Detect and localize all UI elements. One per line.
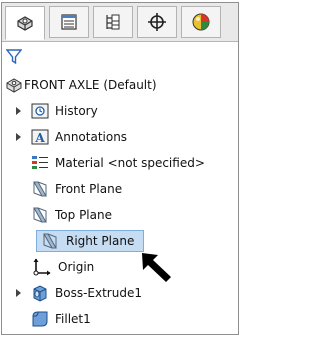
expand-chevron-icon[interactable]: [16, 289, 21, 297]
assembly-feature-icon: [17, 16, 33, 31]
filter-icon[interactable]: [6, 48, 22, 66]
tree-item-label: Annotations: [55, 130, 128, 144]
filter-bar: [2, 42, 238, 70]
extrude-icon: [33, 285, 47, 302]
tab-display[interactable]: [181, 6, 221, 38]
material-icon: [32, 156, 48, 169]
tree-root-label: FRONT AXLE (Default): [24, 78, 157, 92]
tree-item-annotations[interactable]: A Annotations: [2, 125, 238, 149]
plane-icon: [33, 207, 47, 223]
origin-icon: [33, 258, 51, 276]
tree-item-label: Origin: [58, 260, 95, 274]
crosshair-icon: [148, 13, 166, 31]
tab-propertymanager[interactable]: [49, 6, 89, 38]
tree-item-label: Boss-Extrude1: [55, 286, 142, 300]
configuration-icon: [106, 14, 120, 30]
property-list-icon: [61, 14, 77, 30]
tree-item-fillet1[interactable]: Fillet1: [2, 307, 238, 331]
tree-item-top-plane[interactable]: Top Plane: [2, 203, 238, 227]
expand-chevron-icon[interactable]: [16, 133, 21, 141]
tree-item-label: Right Plane: [66, 234, 135, 248]
manager-tabbar: [2, 3, 238, 42]
tree-item-front-plane[interactable]: Front Plane: [2, 177, 238, 201]
svg-text:A: A: [34, 131, 45, 145]
history-icon: [31, 103, 49, 119]
appearance-ball-icon: [192, 13, 210, 31]
tree-item-label: Fillet1: [55, 312, 91, 326]
fillet-icon: [32, 311, 48, 327]
tree-item-history[interactable]: History: [2, 99, 238, 123]
tab-featuremanager[interactable]: [5, 6, 45, 40]
featuremanager-panel: FRONT AXLE (Default) History A Annotatio…: [1, 2, 239, 335]
tree-item-material[interactable]: Material <not specified>: [2, 151, 238, 175]
expand-chevron-icon[interactable]: [16, 107, 21, 115]
tree-item-label: Material <not specified>: [55, 156, 205, 170]
part-icon: [6, 78, 22, 93]
plane-icon: [33, 181, 47, 197]
plane-icon: [43, 233, 57, 249]
tree-item-label: Top Plane: [55, 208, 112, 222]
tab-dimxpert[interactable]: [137, 6, 177, 38]
tree-item-label: Front Plane: [55, 182, 123, 196]
tree-item-origin[interactable]: Origin: [2, 255, 238, 279]
annotations-icon: A: [31, 129, 49, 145]
tree-item-right-plane[interactable]: Right Plane: [2, 229, 238, 253]
pointer-arrow-icon: [142, 253, 171, 282]
tree-item-label: History: [55, 104, 98, 118]
tree-item-boss-extrude1[interactable]: Boss-Extrude1: [2, 281, 238, 305]
tab-configurationmanager[interactable]: [93, 6, 133, 38]
tree-root[interactable]: FRONT AXLE (Default): [2, 73, 238, 97]
